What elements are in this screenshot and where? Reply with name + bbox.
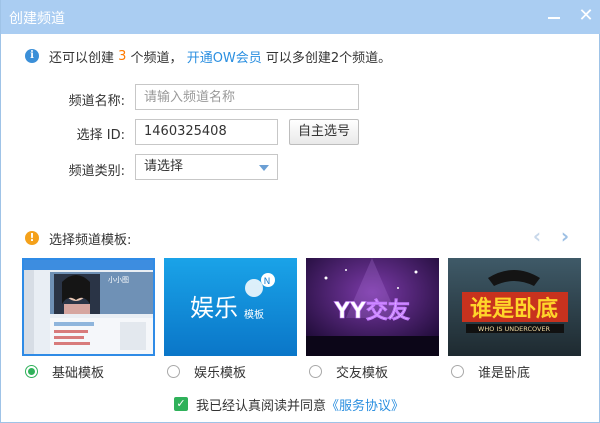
undercover-thumb-text: 谁是卧底 [470,296,558,322]
custom-number-button[interactable]: 自主选号 [289,119,359,145]
entertainment-template-preview: N 娱乐 模板 [164,258,297,356]
radio-dating[interactable] [309,364,322,378]
title-bar[interactable]: 创建频道 ✕ [1,0,600,34]
quota-suffix: 可以多创建2个频道。 [261,50,392,66]
undercover-template-preview: 谁是卧底 WHO IS UNDERCOVER [448,258,581,356]
channel-id-label: 选择 ID: [76,128,125,143]
quota-prefix: 还可以创建 [49,50,119,66]
radio-basic[interactable] [25,364,38,378]
radio-entertainment[interactable] [167,364,180,378]
service-agreement-link[interactable]: 《服务协议》 [326,395,404,414]
template-option-basic[interactable]: 基础模板 [25,362,105,381]
agreement-checkbox[interactable]: ✓ [174,397,188,411]
agreement-text: 我已经认真阅读并同意 [196,398,327,414]
template-heading-row: ! 选择频道模板: [25,228,131,248]
quota-count: 3 [118,48,127,64]
channel-name-input[interactable] [135,84,359,110]
create-channel-dialog: 创建频道 ✕ i 还可以创建 3 个频道， 开通OW会员 可以多创建2个频道。 … [0,0,600,423]
agreement-row: ✓ 我已经认真阅读并同意 《服务协议》 [174,395,404,414]
ow-member-link[interactable]: 开通OW会员 [187,47,262,66]
template-label-undercover: 谁是卧底 [478,365,531,381]
template-label-entertainment: 娱乐模板 [194,365,247,381]
template-label-basic: 基础模板 [52,365,105,381]
basic-thumb-text: 小小图 [108,275,129,284]
warning-icon: ! [25,231,39,245]
template-thumb-basic[interactable]: 小小图 [22,258,155,356]
dating-thumb-text: YY交友 [333,298,410,324]
template-label-dating: 交友模板 [336,365,389,381]
window-title: 创建频道 [9,11,65,27]
entertainment-thumb-sub: 模板 [244,308,264,321]
channel-id-field[interactable]: 1460325408 [135,119,278,145]
template-thumb-dating[interactable]: YY交友 [306,258,439,356]
undercover-thumb-sub: WHO IS UNDERCOVER [478,325,551,333]
svg-text:N: N [264,277,271,287]
prev-templates-arrow[interactable]: ‹ [529,226,545,246]
category-selected-value: 请选择 [144,159,184,174]
channel-category-select[interactable]: 请选择 [135,154,278,180]
info-icon: i [25,49,39,63]
channel-name-label: 频道名称: [68,94,125,109]
template-option-dating[interactable]: 交友模板 [309,362,389,381]
minimize-button[interactable] [545,8,563,26]
entertainment-thumb-text: 娱乐 [190,294,238,322]
dating-template-preview: YY交友 [306,258,439,356]
template-option-undercover[interactable]: 谁是卧底 [451,362,531,381]
quota-middle: 个频道， [126,50,187,66]
template-option-entertainment[interactable]: 娱乐模板 [167,362,247,381]
next-templates-arrow[interactable]: › [557,226,573,246]
template-thumb-undercover[interactable]: 谁是卧底 WHO IS UNDERCOVER [448,258,581,356]
quota-info: i 还可以创建 3 个频道， 开通OW会员 可以多创建2个频道。 [25,46,391,66]
template-heading: 选择频道模板: [49,232,132,248]
channel-category-label: 频道类别: [68,164,125,179]
close-button[interactable]: ✕ [576,6,596,26]
chevron-down-icon [259,165,269,171]
template-thumb-entertainment[interactable]: N 娱乐 模板 [164,258,297,356]
radio-undercover[interactable] [451,364,464,378]
basic-template-preview: 小小图 [24,260,153,354]
